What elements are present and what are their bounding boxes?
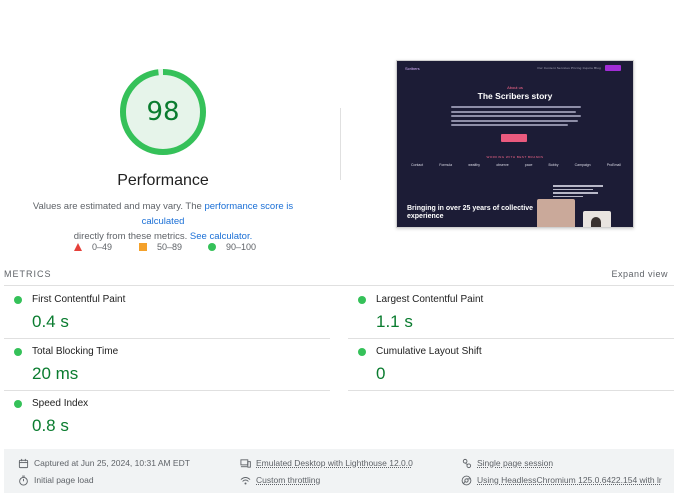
preview-bottom-heading: Bringing in over 25 years of collective … [407, 205, 534, 220]
preview-brand-logos: Contact Formula wealthy observe pace Bob… [411, 163, 621, 167]
preview-nav-button [605, 65, 621, 71]
pass-circle-icon [358, 296, 366, 304]
pass-circle-icon [358, 348, 366, 356]
square-icon [139, 243, 147, 251]
legend-range: 90–100 [226, 242, 257, 252]
metric-value: 0.8 s [32, 416, 69, 435]
divider [340, 108, 341, 180]
session: Single page session [461, 456, 553, 470]
initial-page-load: Initial page load [18, 473, 94, 487]
divider [4, 285, 674, 286]
preview-cta-button [501, 134, 527, 142]
emulated-device: Emulated Desktop with Lighthouse 12.0.0 [240, 456, 413, 470]
metric-name: Total Blocking Time [32, 346, 119, 357]
final-screenshot[interactable]: Scribers Our Content Services Pricing In… [396, 60, 634, 228]
score-legend: 0–49 50–89 90–100 [0, 240, 326, 254]
preview-photo [537, 199, 575, 227]
pass-circle-icon [14, 348, 22, 356]
performance-gauge: 98 [119, 68, 207, 156]
metric-name: First Contentful Paint [32, 294, 126, 305]
metric-value: 1.1 s [376, 312, 413, 331]
devices-icon [240, 458, 251, 468]
preview-note [553, 185, 603, 199]
metric-value: 0.4 s [32, 312, 69, 331]
preview-eyebrow: About us [507, 85, 523, 90]
captured-at: Captured at Jun 25, 2024, 10:31 AM EDT [18, 456, 190, 470]
metric-speed-index: Speed Index 0.8 s [4, 391, 320, 443]
performance-summary: 98 Performance Values are estimated and … [0, 0, 680, 262]
preview-brands-heading: WORKING WITH BEST BRANDS [486, 155, 544, 159]
metric-value: 20 ms [32, 364, 79, 383]
legend-range: 50–89 [157, 242, 183, 252]
preview-navbar: Scribers Our Content Services Pricing In… [397, 61, 633, 75]
brand-logo: wealthy [468, 163, 481, 167]
brand-logo: pace [524, 163, 533, 167]
legend-average: 50–89 [139, 240, 182, 254]
device-text[interactable]: Emulated Desktop with Lighthouse 12.0.0 [256, 458, 413, 468]
preview-heading: The Scribers story [477, 91, 553, 101]
metric-name: Speed Index [32, 398, 89, 409]
brand-logo: Formula [439, 163, 453, 167]
session-text[interactable]: Single page session [477, 458, 553, 468]
score-description: Values are estimated and may vary. The p… [18, 199, 308, 244]
person-icon [462, 458, 472, 468]
brand-logo: observe [496, 163, 509, 167]
browser-version: Using HeadlessChromium 125.0.6422.154 wi… [461, 473, 662, 487]
triangle-icon [74, 243, 82, 251]
pass-circle-icon [14, 400, 22, 408]
circle-icon [208, 243, 216, 251]
throttling-text[interactable]: Custom throttling [256, 475, 320, 485]
runtime-settings: Captured at Jun 25, 2024, 10:31 AM EDT I… [4, 449, 674, 493]
load-text: Initial page load [34, 475, 94, 485]
metric-largest-contentful-paint: Largest Contentful Paint 1.1 s [348, 287, 664, 339]
wifi-icon [240, 476, 251, 485]
preview-photo [583, 211, 611, 227]
pass-circle-icon [14, 296, 22, 304]
preview-logo: Scribers [405, 66, 420, 71]
gauge-score: 98 [146, 97, 180, 127]
gauge-title: Performance [117, 172, 209, 189]
metric-cumulative-layout-shift: Cumulative Layout Shift 0 [348, 339, 664, 391]
brand-logo: ProEmail [606, 163, 621, 167]
browser-text[interactable]: Using HeadlessChromium 125.0.6422.154 wi… [477, 475, 662, 485]
metrics-heading: METRICS [4, 269, 52, 279]
description-text: Values are estimated and may vary. The [32, 201, 205, 212]
preview-paragraph [451, 106, 581, 129]
throttling: Custom throttling [240, 473, 320, 487]
metric-first-contentful-paint: First Contentful Paint 0.4 s [4, 287, 320, 339]
metric-value: 0 [376, 364, 386, 383]
timer-icon [19, 475, 28, 486]
captured-text: Captured at Jun 25, 2024, 10:31 AM EDT [34, 458, 190, 468]
preview-menu: Our Content Services Pricing Inquire Blo… [537, 66, 601, 70]
brand-logo: Contact [411, 163, 424, 167]
metric-name: Cumulative Layout Shift [376, 346, 482, 357]
legend-pass: 90–100 [208, 240, 256, 254]
chrome-icon [461, 475, 472, 485]
brand-logo: Campaign [574, 163, 591, 167]
metric-name: Largest Contentful Paint [376, 294, 484, 305]
legend-fail: 0–49 [74, 240, 112, 254]
calendar-icon [18, 458, 29, 468]
expand-view-button[interactable]: Expand view [611, 269, 668, 279]
brand-logo: Bobby [548, 163, 559, 167]
metric-total-blocking-time: Total Blocking Time 20 ms [4, 339, 320, 391]
legend-range: 0–49 [92, 242, 113, 252]
